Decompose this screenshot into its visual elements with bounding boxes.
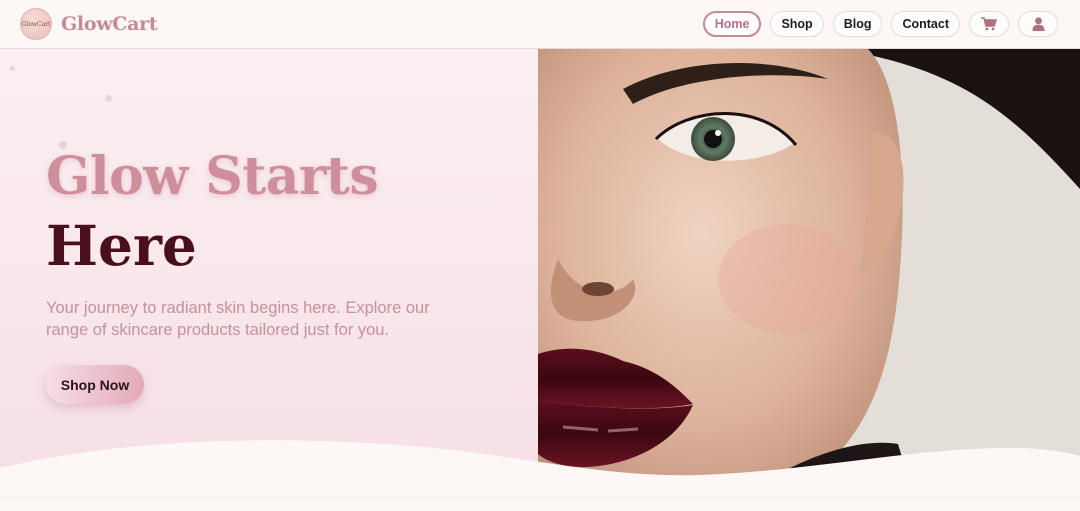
- nav-home[interactable]: Home: [702, 11, 762, 37]
- main-nav: Home Shop Blog Contact: [702, 11, 1058, 37]
- sparkle-decoration: [105, 95, 112, 102]
- hero-description: Your journey to radiant skin begins here…: [46, 299, 430, 339]
- nav-shop[interactable]: Shop: [770, 11, 824, 37]
- user-icon: [1032, 17, 1045, 31]
- site-header: GlowCart GlowCart Home Shop Blog Contact: [0, 0, 1080, 49]
- cart-button[interactable]: [969, 11, 1009, 37]
- nav-contact[interactable]: Contact: [891, 11, 960, 37]
- account-button[interactable]: [1018, 11, 1058, 37]
- brand-name[interactable]: GlowCart: [61, 13, 158, 35]
- cart-icon: [981, 17, 997, 31]
- logo-text: GlowCart: [21, 20, 51, 28]
- hero-wave-divider: [0, 440, 1080, 511]
- hero-title-line-1: Glow Starts: [46, 146, 379, 207]
- brand-logo[interactable]: GlowCart: [20, 8, 52, 40]
- nav-blog[interactable]: Blog: [832, 11, 883, 37]
- footer-divider: [0, 497, 1080, 498]
- shop-now-button[interactable]: Shop Now: [46, 365, 144, 404]
- sparkle-decoration: [10, 66, 15, 71]
- brand[interactable]: GlowCart GlowCart: [20, 8, 158, 40]
- hero-title-line-2: Here: [46, 213, 197, 278]
